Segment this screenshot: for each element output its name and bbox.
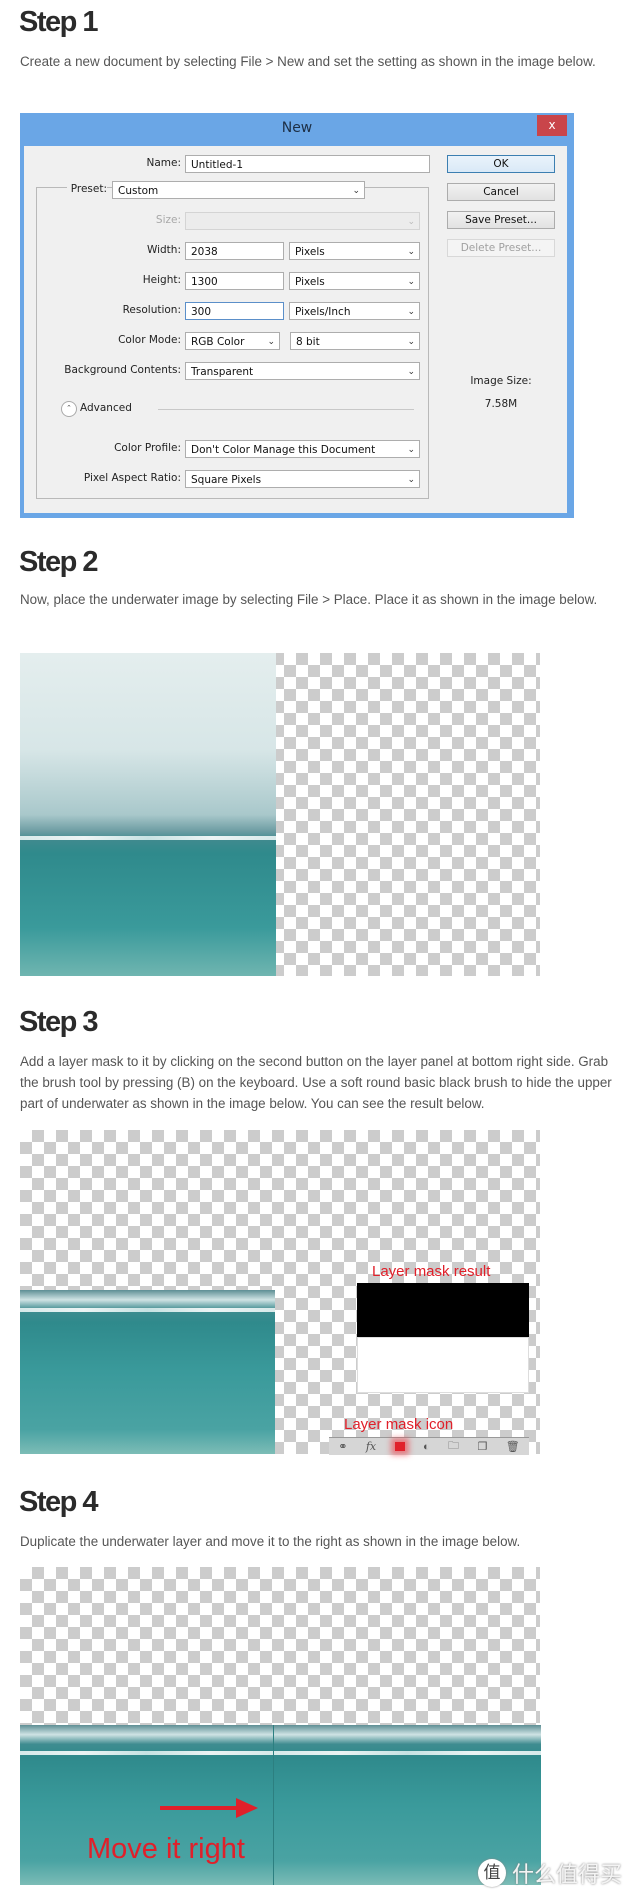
watermark: 值 什么值得买 (478, 1857, 622, 1889)
color-profile-select[interactable]: Don't Color Manage this Document ⌄ (185, 440, 420, 458)
color-mode-select[interactable]: RGB Color ⌄ (185, 332, 280, 350)
wave-line (20, 1751, 273, 1755)
step-3-text: Add a layer mask to it by clicking on th… (20, 1054, 612, 1111)
image-size-label: Image Size: (470, 375, 532, 387)
watermark-text: 什么值得买 (512, 1863, 623, 1888)
step-1-heading: Step 1 (19, 6, 99, 38)
color-mode-value: RGB Color (191, 336, 245, 348)
layer-mask-icon[interactable] (394, 1442, 405, 1451)
chevron-down-icon: ⌄ (407, 277, 415, 287)
resolution-unit-value: Pixels/Inch (295, 306, 351, 318)
layer-mask-result-label: Layer mask result (372, 1263, 491, 1280)
wave-line (274, 1751, 541, 1755)
width-unit-value: Pixels (295, 246, 325, 258)
background-contents-value: Transparent (191, 366, 254, 378)
step-3-heading: Step 3 (19, 1006, 99, 1038)
pixel-aspect-ratio-label: Pixel Aspect Ratio: (83, 472, 181, 484)
fx-icon[interactable]: fx (366, 1440, 376, 1453)
move-it-right-annotation: Move it right (87, 1833, 245, 1865)
trash-icon[interactable]: 🗑 (506, 1440, 520, 1453)
name-label: Name: (146, 157, 181, 169)
ok-button[interactable]: OK (447, 155, 555, 173)
name-input[interactable]: Untitled-1 (185, 155, 430, 173)
chevron-down-icon: ⌄ (407, 247, 415, 257)
preset-label: Preset: (66, 183, 107, 195)
mask-black-area (357, 1283, 529, 1337)
layers-panel-toolbar: ⚭ fx ◐ 🗀 ❐ 🗑 (329, 1437, 529, 1455)
underwater-image (20, 653, 276, 976)
step-4-text: Duplicate the underwater layer and move … (20, 1534, 521, 1549)
layer-mask-icon-label: Layer mask icon (344, 1416, 454, 1433)
new-layer-icon[interactable]: ❐ (477, 1440, 487, 1453)
bit-depth-value: 8 bit (296, 336, 320, 348)
wave-line (20, 1308, 275, 1312)
masked-underwater-image (20, 1290, 275, 1454)
advanced-divider (158, 409, 414, 410)
dialog-body: Name: Untitled-1 Preset: Custom ⌄ Size: ⌄… (24, 146, 567, 513)
height-input[interactable]: 1300 (185, 272, 284, 290)
preset-value: Custom (118, 185, 159, 197)
color-mode-label: Color Mode: (118, 334, 181, 346)
step-2-text: Now, place the underwater image by selec… (20, 592, 598, 607)
chevron-down-icon: ⌄ (407, 337, 415, 347)
dialog-title: New (281, 120, 313, 136)
mask-white-area (357, 1337, 529, 1393)
link-icon[interactable]: ⚭ (338, 1440, 347, 1453)
width-unit-select[interactable]: Pixels ⌄ (289, 242, 420, 260)
size-label: Size: (155, 214, 181, 226)
chevron-down-icon: ⌄ (407, 217, 415, 227)
height-unit-value: Pixels (295, 276, 325, 288)
arrow-right-icon (160, 1806, 238, 1810)
bit-depth-select[interactable]: 8 bit ⌄ (290, 332, 420, 350)
height-label: Height: (142, 274, 181, 286)
folder-icon[interactable]: 🗀 (448, 1437, 459, 1456)
size-select: ⌄ (185, 212, 420, 230)
background-contents-select[interactable]: Transparent ⌄ (185, 362, 420, 380)
width-label: Width: (146, 244, 181, 256)
adjustment-icon[interactable]: ◐ (423, 1441, 430, 1453)
chevron-down-icon: ⌄ (267, 337, 275, 347)
new-document-dialog: New x Name: Untitled-1 Preset: Custom ⌄ S… (20, 113, 574, 518)
resolution-label: Resolution: (122, 304, 181, 316)
step-3-canvas: Layer mask result Layer mask icon ⚭ fx ◐… (20, 1130, 540, 1455)
save-preset-button[interactable]: Save Preset... (447, 211, 555, 229)
chevron-down-icon: ⌄ (407, 475, 415, 485)
width-input[interactable]: 2038 (185, 242, 284, 260)
pixel-aspect-ratio-select[interactable]: Square Pixels ⌄ (185, 470, 420, 488)
chevron-down-icon: ⌄ (407, 307, 415, 317)
height-unit-select[interactable]: Pixels ⌄ (289, 272, 420, 290)
step-4-canvas: Move it right (20, 1567, 541, 1885)
delete-preset-button: Delete Preset... (447, 239, 555, 257)
chevron-down-icon: ⌄ (352, 186, 360, 196)
step-1-text: Create a new document by selecting File … (20, 54, 596, 69)
advanced-toggle-icon[interactable]: ˆ (61, 401, 77, 417)
chevron-down-icon: ⌄ (407, 367, 415, 377)
close-button[interactable]: x (537, 115, 567, 136)
preset-select[interactable]: Custom ⌄ (112, 181, 365, 199)
resolution-unit-select[interactable]: Pixels/Inch ⌄ (289, 302, 420, 320)
color-profile-value: Don't Color Manage this Document (191, 444, 376, 456)
step-2-canvas (20, 653, 540, 976)
advanced-label: Advanced (80, 402, 132, 414)
image-size-value: 7.58M (484, 398, 518, 410)
color-profile-label: Color Profile: (114, 442, 181, 454)
step-4-heading: Step 4 (19, 1486, 99, 1518)
cancel-button[interactable]: Cancel (447, 183, 555, 201)
background-contents-label: Background Contents: (64, 364, 181, 376)
wave-line (20, 836, 276, 840)
chevron-down-icon: ⌄ (407, 445, 415, 455)
step-2-heading: Step 2 (19, 546, 99, 578)
resolution-input[interactable]: 300 (185, 302, 284, 320)
watermark-badge-icon: 值 (478, 1859, 506, 1887)
pixel-aspect-ratio-value: Square Pixels (191, 474, 262, 486)
arrow-head (236, 1798, 258, 1818)
